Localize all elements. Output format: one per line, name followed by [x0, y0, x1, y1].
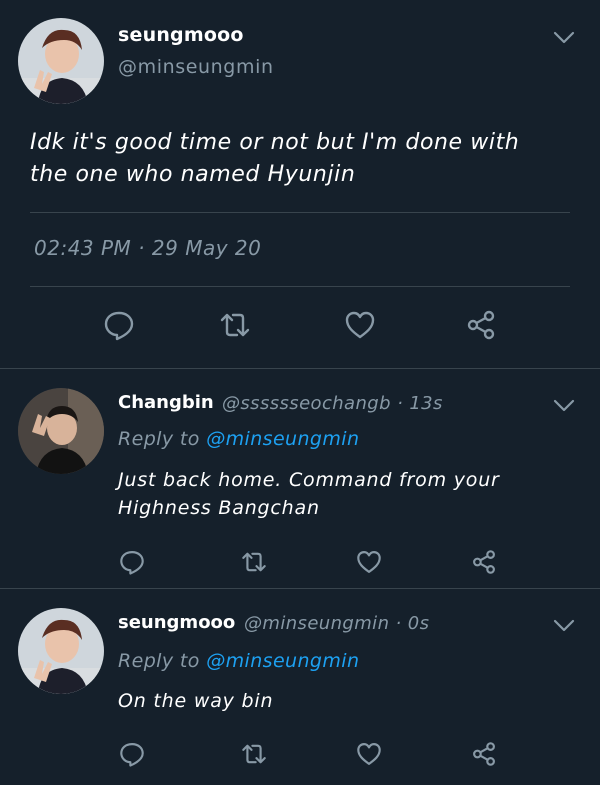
tweet-text: Idk it's good time or not but I'm done w…: [30, 127, 570, 191]
tweet-text: Just back home. Command from your Highne…: [118, 466, 558, 522]
divider: [30, 212, 570, 213]
like-icon[interactable]: [343, 308, 377, 342]
avatar[interactable]: [18, 18, 104, 104]
retweet-icon[interactable]: [240, 548, 268, 576]
tweet-text-line: the one who named Hyunjin: [30, 162, 356, 187]
chevron-down-icon[interactable]: [552, 398, 576, 414]
tweet-thread: seungmooo @minseungmin Idk it's good tim…: [0, 0, 600, 785]
reply-to-link[interactable]: @minseungmin: [206, 650, 359, 672]
tweet-text-line: Idk it's good time or not but I'm done w…: [30, 130, 520, 155]
reply-to-prefix: Reply to: [118, 428, 207, 450]
display-name[interactable]: seungmooo: [118, 612, 235, 633]
chevron-down-icon[interactable]: [552, 618, 576, 634]
reply-to-link[interactable]: @minseungmin: [206, 428, 359, 450]
main-tweet[interactable]: seungmooo @minseungmin Idk it's good tim…: [0, 0, 600, 370]
display-name[interactable]: Changbin: [118, 392, 214, 413]
reply-tweet[interactable]: Changbin @sssssseochangb · 13s Reply to …: [0, 370, 600, 590]
comment-icon[interactable]: [118, 548, 146, 576]
divider: [30, 286, 570, 287]
tweet-text-line: Just back home. Command from your: [118, 469, 500, 491]
comment-icon[interactable]: [118, 740, 146, 768]
tweet-text: On the way bin: [118, 687, 558, 715]
user-handle-time[interactable]: @minseungmin · 0s: [244, 613, 429, 634]
share-icon[interactable]: [470, 548, 498, 576]
comment-icon[interactable]: [102, 308, 136, 342]
chevron-down-icon[interactable]: [552, 30, 576, 46]
like-icon[interactable]: [355, 740, 383, 768]
display-name[interactable]: seungmooo: [118, 24, 244, 46]
tweet-text-line: On the way bin: [118, 690, 274, 712]
retweet-icon[interactable]: [240, 740, 268, 768]
tweet-text-line: Highness Bangchan: [118, 497, 320, 519]
reply-to-line: Reply to @minseungmin: [118, 428, 359, 450]
share-icon[interactable]: [470, 740, 498, 768]
user-handle[interactable]: @minseungmin: [118, 56, 274, 78]
timestamp[interactable]: 02:43 PM · 29 May 20: [34, 236, 261, 260]
retweet-icon[interactable]: [218, 308, 252, 342]
reply-to-prefix: Reply to: [118, 650, 207, 672]
divider: [0, 588, 600, 589]
like-icon[interactable]: [355, 548, 383, 576]
share-icon[interactable]: [464, 308, 498, 342]
avatar[interactable]: [18, 388, 104, 474]
reply-to-line: Reply to @minseungmin: [118, 650, 359, 672]
avatar[interactable]: [18, 608, 104, 694]
user-handle-time[interactable]: @sssssseochangb · 13s: [222, 393, 443, 414]
divider: [0, 368, 600, 369]
reply-tweet[interactable]: seungmooo @minseungmin · 0s Reply to @mi…: [0, 590, 600, 785]
